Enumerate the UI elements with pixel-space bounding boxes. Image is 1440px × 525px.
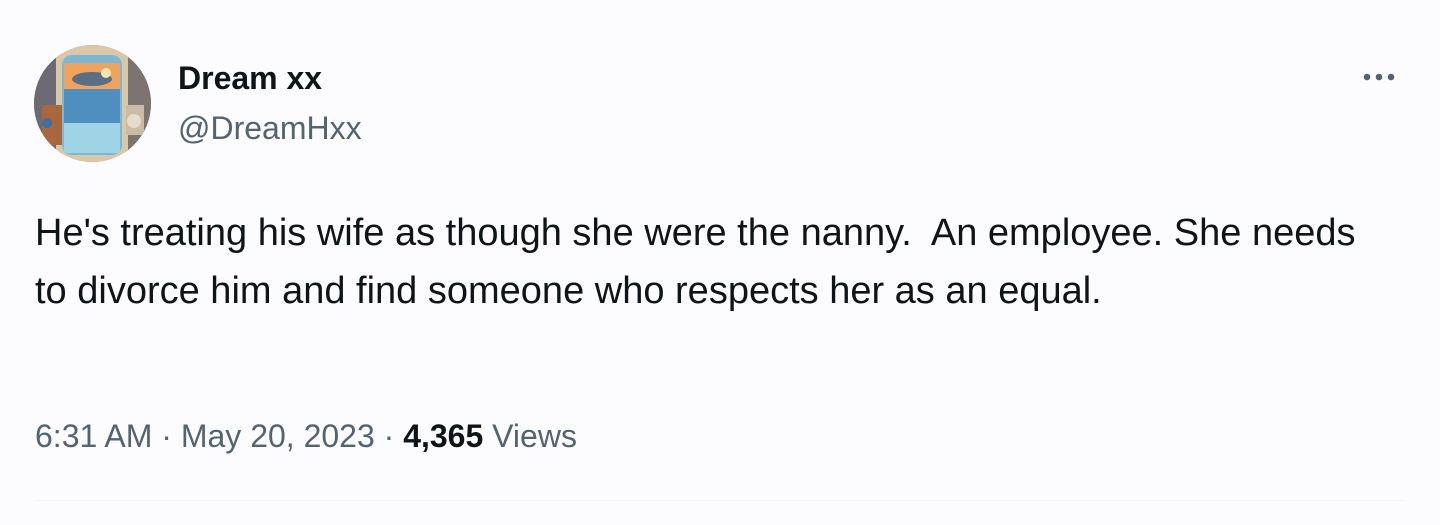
more-options-icon (1363, 73, 1395, 81)
meta-separator: · (383, 418, 395, 454)
more-options-button[interactable] (1352, 56, 1406, 98)
author-avatar[interactable] (34, 45, 151, 162)
tweet-metadata: 6:31 AM · May 20, 2023 · 4,365 Views (35, 416, 577, 456)
author-handle[interactable]: @DreamHxx (178, 108, 362, 148)
avatar-image (34, 45, 151, 162)
views-label: Views (492, 418, 577, 454)
tweet-time[interactable]: 6:31 AM (35, 418, 152, 454)
divider (35, 500, 1405, 501)
views-count: 4,365 (403, 418, 484, 454)
author-display-name[interactable]: Dream xx (178, 58, 322, 98)
tweet-text: He's treating his wife as though she wer… (35, 212, 1367, 312)
tweet-date[interactable]: May 20, 2023 (181, 418, 375, 454)
views-link[interactable]: 4,365 Views (403, 418, 577, 454)
meta-separator: · (161, 418, 172, 454)
